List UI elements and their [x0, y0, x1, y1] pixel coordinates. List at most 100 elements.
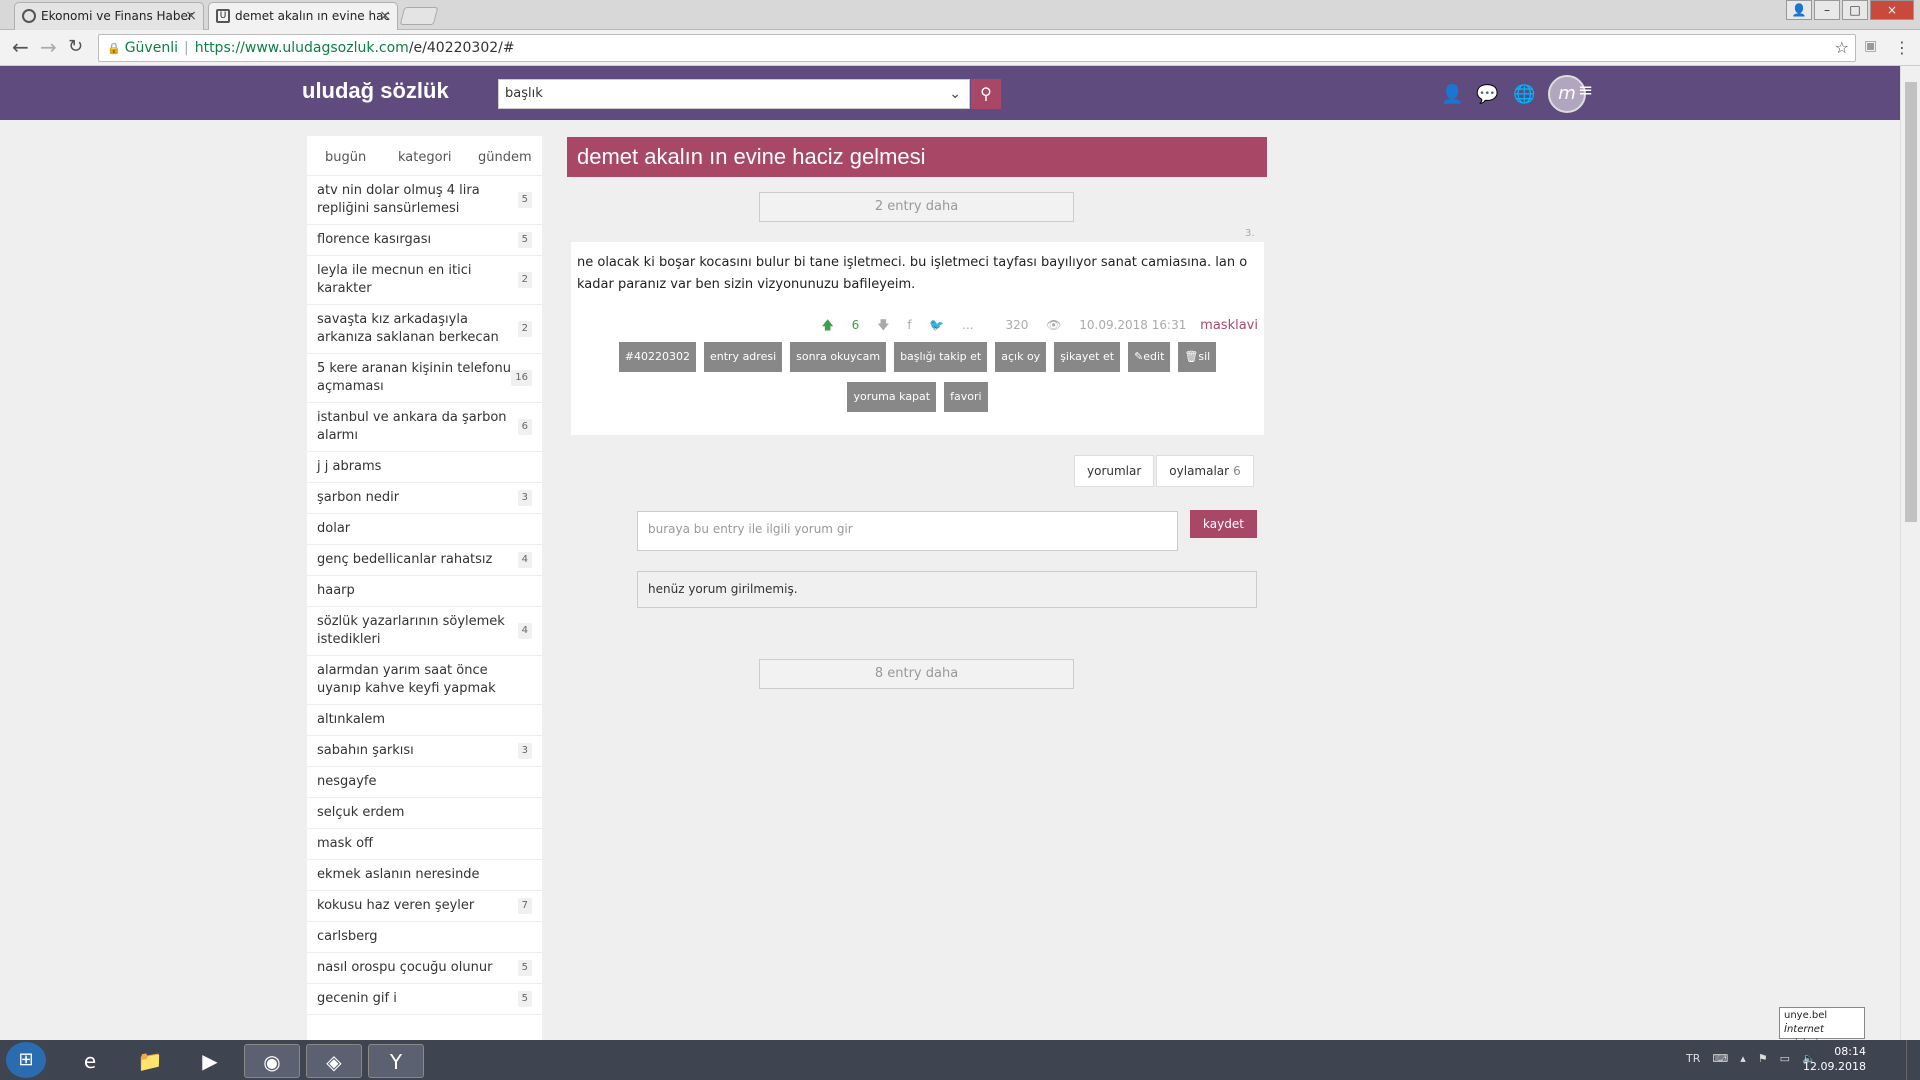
page-title[interactable]: demet akalın ın evine haciz gelmesi [567, 137, 1267, 177]
extension-icon[interactable]: ▣ [1864, 38, 1877, 54]
sidebar-topic[interactable]: carlsberg [307, 922, 542, 953]
tab-kategori[interactable]: kategori [398, 150, 452, 165]
entry-button-favori[interactable]: favori [944, 382, 988, 412]
messages-icon[interactable]: 💬 [1476, 84, 1498, 105]
globe-icon[interactable]: 🌐 [1513, 84, 1535, 105]
sidebar-topic[interactable]: şarbon nedir 3 [307, 483, 542, 514]
save-comment-button[interactable]: kaydet [1190, 510, 1257, 538]
votes-count: 6 [1233, 464, 1241, 478]
close-window-button[interactable]: × [1870, 0, 1914, 20]
entry-button-ba-l-takip-et[interactable]: başlığı takip et [894, 342, 988, 372]
entry-button-sil[interactable]: 🗑sil [1178, 342, 1217, 372]
sidebar-topic[interactable]: alarmdan yarım saat önce uyanıp kahve ke… [307, 656, 542, 705]
sidebar-topic[interactable]: selçuk erdem [307, 798, 542, 829]
close-tab-icon[interactable]: × [379, 3, 391, 29]
chrome-icon[interactable]: ◉ [244, 1044, 300, 1078]
entry-button-40220302[interactable]: #40220302 [618, 342, 696, 372]
sidebar-topic[interactable]: gecenin gif i 5 [307, 984, 542, 1015]
show-desktop-button[interactable] [1906, 1040, 1920, 1080]
more-entries-above-button[interactable]: 2 entry daha [759, 192, 1074, 222]
menu-icon[interactable]: ≡ [1578, 82, 1593, 100]
sidebar-topic[interactable]: genç bedellicanlar rahatsız 4 [307, 545, 542, 576]
flag-icon[interactable]: ⚑ [1758, 1052, 1768, 1065]
tray-expand-icon[interactable]: ▴ [1740, 1052, 1746, 1065]
search-input[interactable]: başlık ⌄ [498, 79, 970, 109]
sidebar-topic[interactable]: atv nin dolar olmuş 4 lira repliğini san… [307, 176, 542, 225]
new-tab-button[interactable] [399, 7, 439, 25]
maximize-button[interactable]: □ [1842, 0, 1868, 20]
internet-explorer-icon[interactable]: e [62, 1044, 118, 1078]
tab-title: Ekonomi ve Finans Haber [41, 9, 193, 23]
tab-title: demet akalın ın evine hac [235, 9, 391, 23]
browser-tab-economy[interactable]: Ekonomi ve Finans Haber × [14, 2, 204, 30]
back-arrow-icon[interactable]: ← [12, 36, 29, 58]
comment-textarea[interactable]: buraya bu entry ile ilgili yorum gir [637, 511, 1178, 551]
downvote-icon[interactable]: 🡇 [877, 318, 889, 332]
sidebar-topic[interactable]: sözlük yazarlarının söylemek istedikleri… [307, 607, 542, 656]
facebook-icon[interactable]: f [907, 318, 911, 332]
entry-button-entry-adresi[interactable]: entry adresi [703, 342, 783, 372]
file-explorer-icon[interactable]: 📁 [122, 1044, 178, 1078]
tab-gundem[interactable]: gündem [478, 150, 532, 165]
upvote-button[interactable]: 🡅 6 [822, 318, 860, 332]
tab-yorumlar[interactable]: yorumlar [1074, 455, 1155, 487]
entry-button-edit[interactable]: ✎edit [1128, 342, 1171, 372]
chrome-menu-icon[interactable]: ⋮ [1894, 38, 1910, 57]
address-bar[interactable]: Güvenli|https://www.uludagsozluk.com/e/4… [98, 34, 1856, 62]
browser-toolbar: ← → ↻ Güvenli|https://www.uludagsozluk.c… [0, 30, 1920, 66]
media-player-icon[interactable]: ▶ [182, 1044, 238, 1078]
entry-button-yoruma-kapat[interactable]: yoruma kapat [847, 382, 937, 412]
browser-tab-bar: Ekonomi ve Finans Haber × U demet akalın… [0, 0, 1920, 30]
sidebar-topic[interactable]: kokusu haz veren şeyler 7 [307, 891, 542, 922]
user-profile-button[interactable]: 👤 [1786, 0, 1812, 20]
browser-tab-sozluk[interactable]: U demet akalın ın evine hac × [208, 2, 398, 30]
site-logo[interactable]: uludağ sözlük [302, 78, 449, 104]
entry-meta: 🡅 6 🡇 f 🐦 ... 320 👁 10.09.2018 16:31 mas… [808, 316, 1258, 337]
sidebar-topic[interactable]: altınkalem [307, 705, 542, 736]
network-icon[interactable]: ▭ [1780, 1052, 1790, 1065]
language-indicator[interactable]: TR [1686, 1052, 1700, 1065]
sidebar-topic[interactable]: florence kasırgası 5 [307, 225, 542, 256]
topic-sidebar: bugün kategori gündem atv nin dolar olmu… [307, 136, 542, 1040]
minimize-button[interactable]: – [1814, 0, 1840, 20]
sidebar-topic[interactable]: haarp [307, 576, 542, 607]
entry-button-ikayet-et[interactable]: şikayet et [1054, 342, 1121, 372]
keyboard-icon[interactable]: ⌨ [1712, 1052, 1728, 1065]
sidebar-topic[interactable]: mask off [307, 829, 542, 860]
entry-button-sonra-okuycam[interactable]: sonra okuycam [790, 342, 887, 372]
clock[interactable]: 08:14 12.09.2018 [1803, 1044, 1866, 1074]
close-tab-icon[interactable]: × [185, 3, 197, 29]
sidebar-topic[interactable]: dolar [307, 514, 542, 545]
user-icon[interactable]: 👤 [1441, 84, 1463, 105]
bookmark-star-icon[interactable]: ☆ [1835, 35, 1849, 61]
page-scrollbar[interactable] [1900, 66, 1920, 1040]
topic-label: alarmdan yarım saat önce uyanıp kahve ke… [317, 663, 496, 696]
sidebar-topic[interactable]: sabahın şarkısı 3 [307, 736, 542, 767]
sidebar-topic[interactable]: ekmek aslanın neresinde [307, 860, 542, 891]
entry-button-a-k-oy[interactable]: açık oy [995, 342, 1047, 372]
entry-author[interactable]: masklavi [1200, 318, 1258, 333]
sidebar-topic[interactable]: j j abrams [307, 452, 542, 483]
twitter-icon[interactable]: 🐦 [929, 318, 944, 332]
search-button[interactable]: ⚲ [971, 79, 1001, 109]
sidebar-topic[interactable]: leyla ile mecnun en itici karakter 2 [307, 256, 542, 305]
topic-count-badge: 5 [517, 991, 532, 1007]
reload-icon[interactable]: ↻ [68, 36, 83, 58]
tab-bugun[interactable]: bugün [325, 150, 366, 165]
start-button[interactable]: ⊞ [6, 1042, 46, 1078]
forward-arrow-icon[interactable]: → [40, 36, 57, 58]
scrollbar-thumb[interactable] [1905, 82, 1917, 522]
sidebar-topic[interactable]: 5 kere aranan kişinin telefonu açmaması 1… [307, 354, 542, 403]
entry-date[interactable]: 10.09.2018 16:31 [1079, 318, 1186, 332]
more-options-button[interactable]: ... [962, 318, 973, 332]
sidebar-topic[interactable]: nesgayfe [307, 767, 542, 798]
topic-count-badge: 16 [511, 370, 532, 386]
tab-oylamalar[interactable]: oylamalar 6 [1156, 455, 1254, 487]
yandex-browser-icon[interactable]: Y [368, 1044, 424, 1078]
sidebar-topic[interactable]: nasıl orospu çocuğu olunur 5 [307, 953, 542, 984]
sidebar-topic[interactable]: istanbul ve ankara da şarbon alarmı 6 [307, 403, 542, 452]
chevron-down-icon[interactable]: ⌄ [949, 80, 961, 108]
sidebar-topic[interactable]: savaşta kız arkadaşıyla arkanıza saklana… [307, 305, 542, 354]
app-icon[interactable]: ◈ [306, 1044, 362, 1078]
more-entries-below-button[interactable]: 8 entry daha [759, 659, 1074, 689]
